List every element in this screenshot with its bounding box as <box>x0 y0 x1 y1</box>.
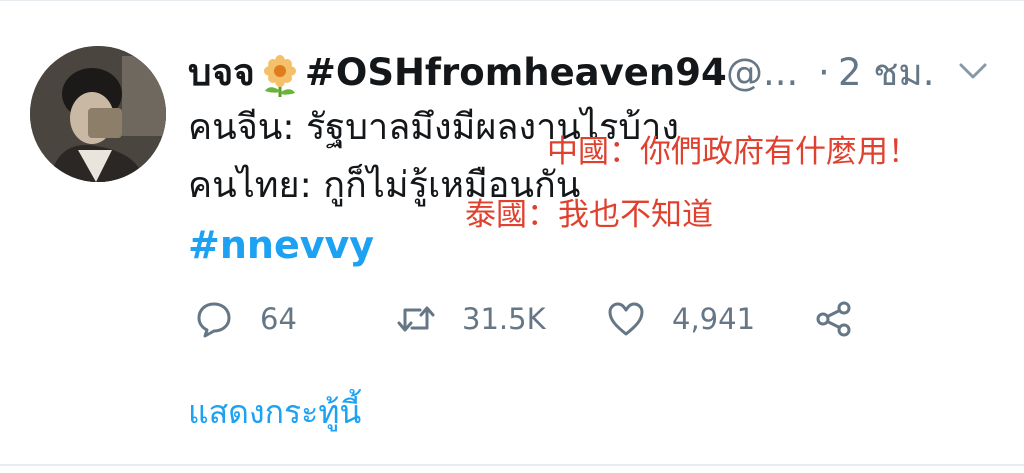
tweet-actions: 64 31.5K 4,941 <box>188 296 888 342</box>
separator-dot: · <box>818 51 830 94</box>
handle[interactable]: @... <box>726 48 798 98</box>
hashtag-link[interactable]: #nnevvy <box>188 222 374 268</box>
share-button[interactable] <box>814 296 854 342</box>
timestamp[interactable]: 2 ชม. <box>838 48 935 98</box>
overlay-caption-1: 中國：你們政府有什麼用！ <box>547 134 919 170</box>
display-name-text: บจจ <box>188 51 255 94</box>
heart-icon <box>608 302 644 336</box>
name-hashtag: #OSHfromheaven94 <box>304 51 727 94</box>
show-thread-link[interactable]: แสดงกระทู้นี้ <box>188 389 361 435</box>
avatar[interactable] <box>30 46 166 182</box>
top-divider <box>0 0 1024 1</box>
display-name[interactable]: บจจ #OSHfromheaven94 <box>188 48 727 98</box>
share-icon <box>816 301 851 337</box>
retweet-button[interactable]: 31.5K <box>396 296 546 342</box>
like-button[interactable]: 4,941 <box>606 296 755 342</box>
reply-icon <box>197 302 231 338</box>
avatar-photo <box>30 46 166 182</box>
retweet-icon <box>397 306 435 332</box>
flower-icon <box>263 55 296 97</box>
tweet-header: บจจ #OSHfromheaven94 @... · 2 ชม. <box>188 48 1008 98</box>
reply-count: 64 <box>260 302 297 336</box>
retweet-count: 31.5K <box>462 302 546 336</box>
like-count: 4,941 <box>672 302 756 336</box>
reply-button[interactable]: 64 <box>194 296 297 342</box>
bottom-divider <box>0 464 1024 466</box>
chevron-down-icon[interactable] <box>958 60 988 82</box>
overlay-caption-2: 泰國：我也不知道 <box>465 197 713 233</box>
